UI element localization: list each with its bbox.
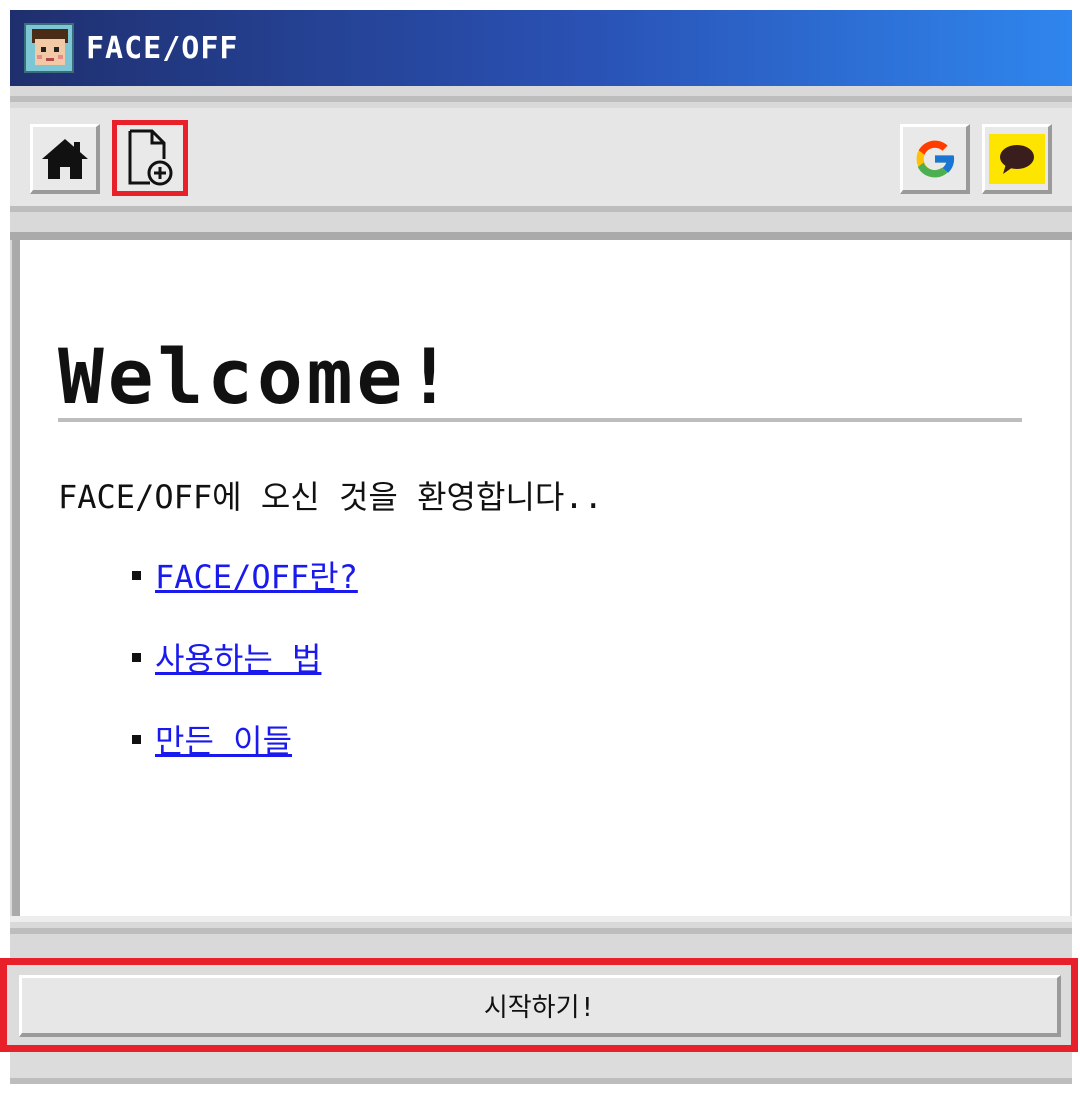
start-button[interactable]: 시작하기! <box>19 975 1061 1037</box>
face-avatar-icon <box>24 23 74 73</box>
list-item: 만든 이들 <box>132 718 358 760</box>
main-content: Welcome! FACE/OFF에 오신 것을 환영합니다.. FACE/OF… <box>12 240 1070 916</box>
google-login-button[interactable] <box>900 124 970 194</box>
link-creators[interactable]: 만든 이들 <box>155 716 292 762</box>
app-window: FACE/OFF Welcome! FACE/OFF에 오신 것을 환영합니다.… <box>0 0 1080 1093</box>
divider <box>10 1078 1072 1084</box>
divider <box>10 928 1072 934</box>
bullet-icon <box>132 734 141 744</box>
link-list: FACE/OFF란? 사용하는 법 만든 이들 <box>132 554 358 800</box>
bullet-icon <box>132 652 141 662</box>
kakao-login-button[interactable] <box>982 124 1052 194</box>
title-divider <box>58 418 1022 422</box>
link-how-to-use[interactable]: 사용하는 법 <box>155 634 321 680</box>
divider <box>10 206 1072 212</box>
list-item: 사용하는 법 <box>132 636 358 678</box>
bullet-icon <box>132 570 141 580</box>
kakao-chat-icon <box>988 133 1045 184</box>
intro-text: FACE/OFF에 오신 것을 환영합니다.. <box>58 478 603 516</box>
link-about[interactable]: FACE/OFF란? <box>155 552 358 598</box>
divider <box>10 96 1072 102</box>
home-icon <box>41 138 88 179</box>
title-bar: FACE/OFF <box>10 10 1072 86</box>
app-title: FACE/OFF <box>86 30 239 66</box>
page-title: Welcome! <box>58 332 457 421</box>
start-button-highlight: 시작하기! <box>0 958 1078 1052</box>
content-frame-top <box>10 232 1072 240</box>
new-document-button[interactable] <box>112 120 188 196</box>
file-plus-icon <box>128 129 173 186</box>
toolbar <box>10 108 1072 208</box>
home-button[interactable] <box>30 124 100 194</box>
divider <box>10 916 1072 922</box>
list-item: FACE/OFF란? <box>132 554 358 596</box>
google-icon <box>916 140 955 177</box>
